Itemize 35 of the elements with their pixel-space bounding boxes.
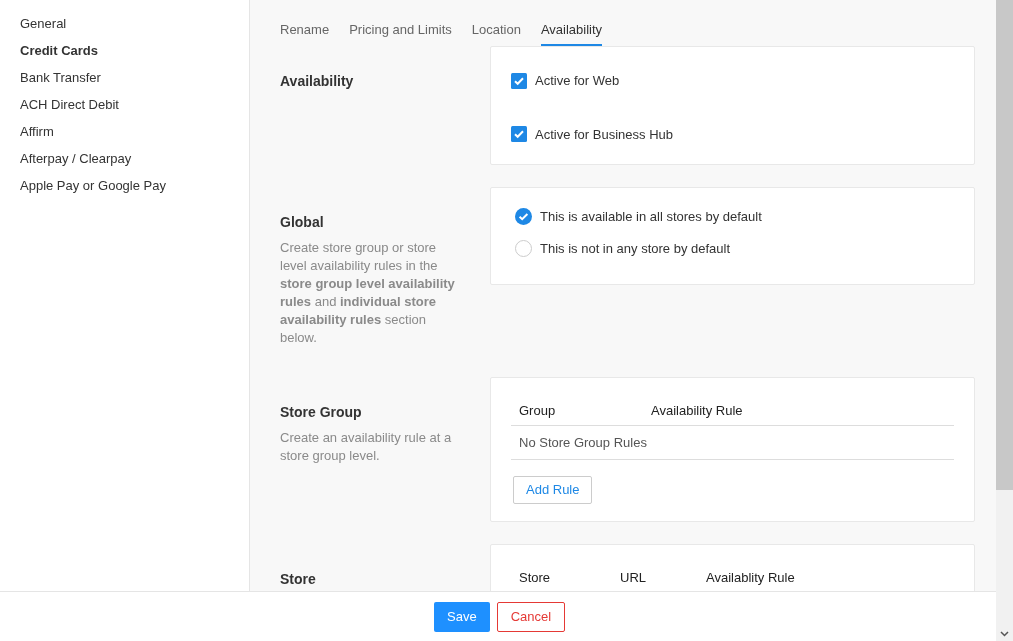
section-title: Store [280, 570, 317, 589]
sidebar-item[interactable]: Apple Pay or Google Pay [20, 176, 166, 195]
tab[interactable]: Location [471, 20, 521, 46]
section-description: Create an availability rule at a store group level. [280, 429, 453, 465]
section-title: Store Group [280, 403, 363, 422]
checkbox-label: Active for Web [535, 72, 620, 90]
section-title: Global [280, 213, 325, 232]
checkbox[interactable] [511, 126, 527, 143]
cancel-button[interactable]: Cancel [496, 601, 566, 632]
empty-message: No Store Group Rules [518, 433, 648, 452]
column-header: Availablity Rule [705, 568, 796, 587]
sidebar-item[interactable]: Afterpay / Clearpay [20, 149, 132, 168]
sidebar-item[interactable]: ACH Direct Debit [20, 95, 119, 114]
radio-button[interactable] [515, 239, 532, 257]
sidebar-item[interactable]: Affirm [20, 122, 54, 141]
section-title: Availability [280, 72, 355, 91]
sidebar-item[interactable]: Bank Transfer [20, 68, 101, 87]
tab[interactable]: Rename [280, 20, 330, 46]
checkbox[interactable] [511, 72, 527, 89]
scrollbar[interactable] [996, 0, 1013, 641]
column-header: Group [518, 401, 557, 420]
radio-button[interactable] [515, 208, 532, 226]
scrollbar-thumb[interactable] [996, 0, 1013, 490]
radio-label: This is not in any store by default [540, 239, 731, 258]
radio-label: This is available in all stores by default [540, 208, 762, 226]
section-description: Create store group or store level availability rules in the store group level availability rules and individual store availability rules section below. [280, 239, 456, 347]
column-header: Store [518, 568, 552, 587]
add-rule-button[interactable]: Add Rule [513, 476, 593, 504]
column-header: Availability Rule [650, 401, 744, 420]
column-header: URL [619, 568, 647, 587]
sidebar-item[interactable]: Credit Cards [20, 41, 99, 60]
sidebar-item[interactable]: General [20, 14, 67, 33]
tab[interactable]: Pricing and Limits [349, 20, 452, 46]
scroll-down-icon[interactable] [1000, 631, 1009, 637]
checkbox-label: Active for Business Hub [535, 125, 673, 144]
